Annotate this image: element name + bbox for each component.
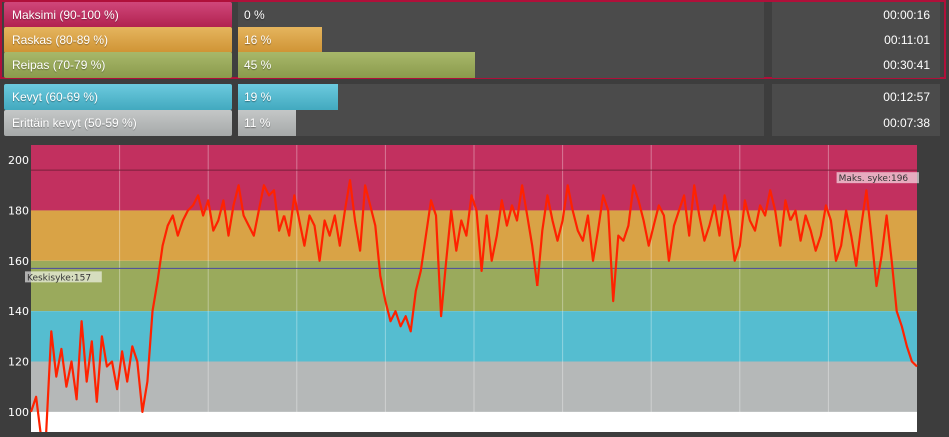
- zone-row-raskas: Raskas (80-89 %) 16 % 00:11:01: [0, 27, 949, 53]
- zone-bar-track: [238, 84, 764, 110]
- zone-time-erittain-kevyt: 00:07:38: [883, 116, 930, 130]
- zone-label-kevyt: Kevyt (60-69 %): [4, 84, 232, 110]
- zone-row-kevyt: Kevyt (60-69 %) 19 % 00:12:57: [0, 84, 949, 110]
- zone-label-reipas: Reipas (70-79 %): [4, 52, 232, 78]
- y-tick-label: 140: [8, 305, 29, 318]
- zone-time-reipas: 00:30:41: [883, 58, 930, 72]
- zone-bar-track: [238, 52, 764, 78]
- zone-time-maksimi: 00:00:16: [883, 8, 930, 22]
- max-hr-label: Maks. syke:196: [839, 174, 909, 184]
- y-tick-label: 160: [8, 255, 29, 268]
- y-tick-label: 180: [8, 204, 29, 217]
- heart-rate-chart: 100 120 140 160 180 200 Maks. syke:196 Keskisyk…: [0, 145, 949, 437]
- zone-time-box: 00:00:16: [772, 2, 940, 28]
- zone-row-maksimi: Maksimi (90-100 %) 0 % 00:00:16: [0, 2, 949, 28]
- heart-rate-chart-svg: 100 120 140 160 180 200 Maks. syke:196 Keskisyk…: [8, 145, 919, 437]
- zone-percent-erittain-kevyt: 11 %: [244, 116, 271, 130]
- zone-bar-track: [238, 27, 764, 53]
- zone-row-reipas: Reipas (70-79 %) 45 % 00:30:41: [0, 52, 949, 78]
- zone-label-maksimi: Maksimi (90-100 %): [4, 2, 232, 28]
- zone-time-box: 00:11:01: [772, 27, 940, 53]
- zone-percent-raskas: 16 %: [244, 33, 272, 47]
- zone-row-erittain-kevyt: Erittäin kevyt (50-59 %) 11 % 00:07:38: [0, 110, 949, 136]
- zone-time-box: 00:12:57: [772, 84, 940, 110]
- average-hr-label: Keskisyke:157: [27, 273, 91, 283]
- y-tick-label: 120: [8, 356, 29, 369]
- zone-time-raskas: 00:11:01: [884, 33, 930, 47]
- zone-percent-maksimi: 0 %: [244, 8, 265, 22]
- zone-label-raskas: Raskas (80-89 %): [4, 27, 232, 53]
- y-tick-label: 200: [8, 154, 29, 167]
- zone-bar-fill-reipas: [238, 52, 475, 78]
- zone-bar-track: [238, 110, 764, 136]
- zone-time-box: 00:07:38: [772, 110, 940, 136]
- zone-bar-track: [238, 2, 764, 28]
- zone-percent-reipas: 45 %: [244, 58, 272, 72]
- zone-percent-kevyt: 19 %: [244, 90, 272, 104]
- zone-label-erittain-kevyt: Erittäin kevyt (50-59 %): [4, 110, 232, 136]
- y-tick-label: 100: [8, 406, 29, 419]
- zone-time-kevyt: 00:12:57: [883, 90, 930, 104]
- zone-time-box: 00:30:41: [772, 52, 940, 78]
- zone-summary: Maksimi (90-100 %) 0 % 00:00:16 Raskas (…: [0, 0, 949, 140]
